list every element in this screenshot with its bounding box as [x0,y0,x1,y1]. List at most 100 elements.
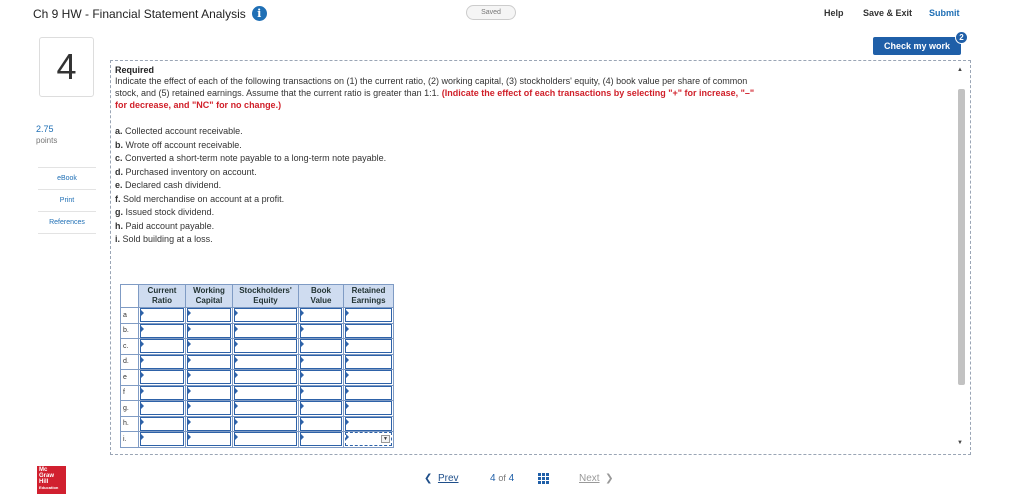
side-links: eBook Print References [38,167,96,234]
answer-select[interactable] [187,370,231,385]
answer-select[interactable] [300,416,342,431]
list-item: g. Issued stock dividend. [115,207,215,217]
answer-select[interactable] [345,401,392,416]
answer-select[interactable] [300,323,342,338]
answer-select[interactable] [140,308,184,323]
answer-select[interactable] [234,339,297,354]
submit-link[interactable]: Submit [929,8,960,18]
help-link[interactable]: Help [824,8,844,18]
scroll-down-arrow-icon[interactable]: ▼ [957,440,963,446]
table-cell [232,353,299,370]
answer-select[interactable] [300,432,342,447]
answer-select[interactable] [345,354,392,369]
info-icon[interactable]: i [251,6,267,21]
table-cell [185,369,233,386]
table-cell [343,384,394,401]
table-cell [138,400,186,417]
answer-select[interactable] [187,308,231,323]
table-cell [343,400,394,417]
assignment-title: Ch 9 HW - Financial Statement Analysis i [33,6,267,21]
answer-select[interactable] [234,370,297,385]
answer-select[interactable] [345,416,392,431]
row-label: c. [120,338,139,355]
table-cell [343,415,394,432]
answer-select[interactable] [187,416,231,431]
table-cell [232,431,299,448]
table-row: d. [120,353,394,370]
scroll-up-arrow-icon[interactable]: ▲ [957,67,963,73]
answer-select[interactable] [345,385,392,400]
save-exit-link[interactable]: Save & Exit [863,8,912,18]
answer-select[interactable] [234,385,297,400]
answer-select[interactable] [187,432,231,447]
list-item: c. Converted a short-term note payable t… [115,153,387,163]
ebook-link[interactable]: eBook [38,168,96,190]
answer-select[interactable] [187,401,231,416]
table-row: e [120,369,394,386]
answer-select[interactable] [140,385,184,400]
answer-select[interactable] [300,354,342,369]
table-cell [185,338,233,355]
answer-select[interactable] [345,370,392,385]
answer-select[interactable] [187,385,231,400]
list-item: h. Paid account payable. [115,220,215,231]
answer-select[interactable] [234,416,297,431]
answer-select[interactable] [140,401,184,416]
table-cell [138,338,186,355]
table-cell [185,384,233,401]
answer-select[interactable] [140,339,184,354]
table-cell [343,338,394,355]
references-link[interactable]: References [38,212,96,234]
answer-select[interactable] [140,354,184,369]
table-cell [232,384,299,401]
dropdown-arrow-icon[interactable]: ▼ [381,435,390,444]
answer-select[interactable] [140,323,184,338]
answer-select[interactable]: ▼ [345,432,392,447]
answer-select[interactable] [234,354,297,369]
next-button[interactable]: Next ❯ [579,473,614,484]
answer-select[interactable] [300,385,342,400]
table-cell [343,322,394,339]
answer-select[interactable] [300,339,342,354]
answer-select[interactable] [234,323,297,338]
scroll-thumb[interactable] [958,89,965,385]
table-cell [138,384,186,401]
print-link[interactable]: Print [38,190,96,212]
answer-select[interactable] [140,416,184,431]
table-cell [185,431,233,448]
row-label: f [120,384,139,401]
page-indicator: 4 of 4 [490,473,515,484]
table-cell [232,322,299,339]
content-scrollbar[interactable]: ▲ ▼ [955,67,967,448]
table-cell [298,322,344,339]
check-my-work-button[interactable]: Check my work [873,37,961,55]
row-label: g. [120,400,139,417]
answer-select[interactable] [140,432,184,447]
table-cell [298,307,344,324]
answer-select[interactable] [187,339,231,354]
answer-table: Current Ratio Working Capital Stockholders… [120,284,394,448]
row-label: i. [120,431,139,448]
answer-select[interactable] [234,401,297,416]
answer-select[interactable] [345,339,392,354]
answer-select[interactable] [187,323,231,338]
answer-select[interactable] [300,401,342,416]
answer-select[interactable] [187,354,231,369]
answer-select[interactable] [345,323,392,338]
table-cell [185,307,233,324]
answer-select[interactable] [345,308,392,323]
answer-select[interactable] [300,308,342,323]
answer-select[interactable] [234,432,297,447]
prev-button[interactable]: ❮ Prev [424,473,459,484]
table-cell [298,369,344,386]
next-label: Next [579,473,600,484]
answer-select[interactable] [234,308,297,323]
transaction-list: a. Collected account receivable. b. Wrot… [115,125,955,247]
answer-select[interactable] [140,370,184,385]
prev-label: Prev [437,473,459,484]
table-cell [138,369,186,386]
table-cell: ▼ [343,431,394,448]
answer-select[interactable] [300,370,342,385]
grid-icon[interactable] [538,473,549,484]
row-label: h. [120,415,139,432]
